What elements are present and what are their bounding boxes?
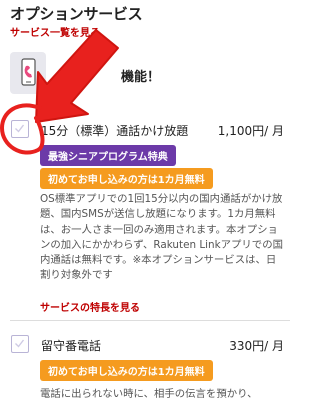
service-price: 330円/ 月 [229, 339, 284, 353]
smartphone-icon [10, 52, 46, 94]
service-feature-link[interactable]: サービスの特長を見る [40, 299, 140, 314]
check-icon [15, 339, 25, 348]
service-list-link[interactable]: サービス一覧を見る [10, 24, 100, 39]
service-name: 留守番電話 [41, 339, 102, 353]
service-price: 1,100円/ 月 [217, 124, 284, 138]
service-description: OS標準アプリでの1回15分以内の国内通話がかけ放題、国内SMSが送信し放題にな… [40, 193, 283, 282]
divider [10, 320, 290, 321]
section-title: オプションサービス [10, 5, 143, 23]
senior-program-badge: 最強シニアプログラム特典 [40, 145, 176, 166]
first-month-free-badge: 初めてお申し込みの方は1カ月無料 [40, 360, 213, 381]
service-name: 15分（標準）通話かけ放題 [41, 124, 189, 138]
service-checkbox[interactable] [11, 335, 29, 353]
first-month-free-badge: 初めてお申し込みの方は1カ月無料 [40, 168, 213, 189]
check-icon [15, 124, 25, 133]
feature-banner-text: 便機能！ [66, 70, 161, 85]
service-description: 電話に出られない時に、相手の伝言を預かり、 [40, 388, 258, 400]
service-checkbox[interactable] [11, 120, 29, 138]
